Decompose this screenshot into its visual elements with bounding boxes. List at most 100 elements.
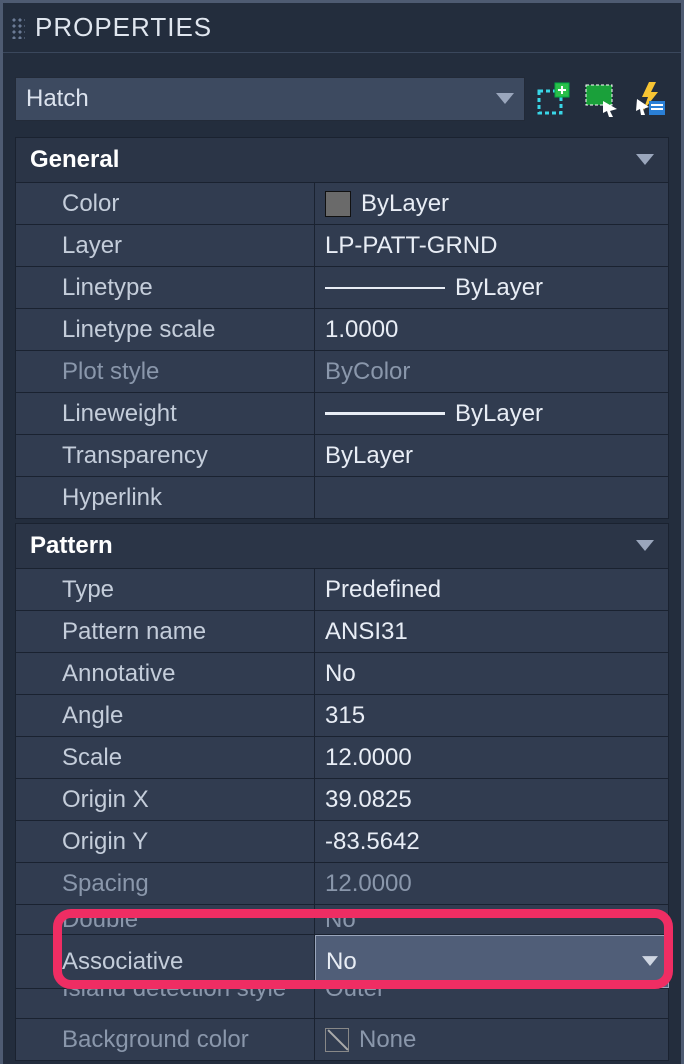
none-swatch-icon xyxy=(325,1028,349,1052)
quick-properties-button[interactable] xyxy=(629,79,669,119)
double-text: No xyxy=(325,906,356,934)
object-type-dropdown[interactable]: Hatch xyxy=(15,77,525,121)
value-bgcolor[interactable]: None xyxy=(315,1019,669,1060)
lineweight-text: ByLayer xyxy=(455,400,543,428)
row-spacing: Spacing 12.0000 xyxy=(15,863,669,905)
value-spacing: 12.0000 xyxy=(315,863,669,904)
value-linetype[interactable]: ByLayer xyxy=(315,267,669,308)
island-text: Outer xyxy=(325,989,385,1003)
value-transparency[interactable]: ByLayer xyxy=(315,435,669,476)
value-pattern-name[interactable]: ANSI31 xyxy=(315,611,669,652)
panel-title: PROPERTIES xyxy=(35,12,212,43)
label-transparency: Transparency xyxy=(15,435,315,476)
color-text: ByLayer xyxy=(361,190,449,218)
spacing-text: 12.0000 xyxy=(325,870,412,898)
row-scale: Scale 12.0000 xyxy=(15,737,669,779)
row-type: Type Predefined xyxy=(15,569,669,611)
layer-text: LP-PATT-GRND xyxy=(325,232,497,260)
value-associative[interactable]: No xyxy=(315,935,669,988)
row-associative: Associative No xyxy=(15,935,669,989)
row-transparency: Transparency ByLayer xyxy=(15,435,669,477)
origin-y-text: -83.5642 xyxy=(325,828,420,856)
row-island-detection: Island detection style Outer xyxy=(15,989,669,1019)
section-header-pattern[interactable]: Pattern xyxy=(15,523,669,569)
row-double: Double No xyxy=(15,905,669,935)
row-origin-x: Origin X 39.0825 xyxy=(15,779,669,821)
label-bgcolor: Background color xyxy=(15,1019,315,1060)
row-linetype: Linetype ByLayer xyxy=(15,267,669,309)
associative-text: No xyxy=(326,948,357,976)
value-hyperlink[interactable] xyxy=(315,477,669,518)
row-layer: Layer LP-PATT-GRND xyxy=(15,225,669,267)
row-origin-y: Origin Y -83.5642 xyxy=(15,821,669,863)
bgcolor-text: None xyxy=(359,1026,416,1054)
value-type[interactable]: Predefined xyxy=(315,569,669,610)
label-hyperlink: Hyperlink xyxy=(15,477,315,518)
row-angle: Angle 315 xyxy=(15,695,669,737)
label-layer: Layer xyxy=(15,225,315,266)
chevron-down-icon xyxy=(636,540,654,552)
chevron-down-icon xyxy=(496,93,514,105)
line-sample-icon xyxy=(325,287,445,289)
value-layer[interactable]: LP-PATT-GRND xyxy=(315,225,669,266)
annotative-text: No xyxy=(325,660,356,688)
row-ltscale: Linetype scale 1.0000 xyxy=(15,309,669,351)
label-lineweight: Lineweight xyxy=(15,393,315,434)
value-origin-x[interactable]: 39.0825 xyxy=(315,779,669,820)
grip-icon[interactable] xyxy=(11,17,25,39)
label-island: Island detection style xyxy=(15,989,315,1018)
value-annotative[interactable]: No xyxy=(315,653,669,694)
value-island: Outer xyxy=(315,989,669,1018)
pattern-name-text: ANSI31 xyxy=(325,618,408,646)
value-angle[interactable]: 315 xyxy=(315,695,669,736)
angle-text: 315 xyxy=(325,702,365,730)
label-origin-x: Origin X xyxy=(15,779,315,820)
plotstyle-text: ByColor xyxy=(325,358,410,386)
object-type-label: Hatch xyxy=(26,85,89,113)
section-title: Pattern xyxy=(30,532,113,560)
add-to-selection-button[interactable] xyxy=(533,79,573,119)
row-plotstyle: Plot style ByColor xyxy=(15,351,669,393)
row-color: Color ByLayer xyxy=(15,183,669,225)
value-origin-y[interactable]: -83.5642 xyxy=(315,821,669,862)
value-color[interactable]: ByLayer xyxy=(315,183,669,224)
label-double: Double xyxy=(15,905,315,934)
ltscale-text: 1.0000 xyxy=(325,316,398,344)
row-lineweight: Lineweight ByLayer xyxy=(15,393,669,435)
value-double: No xyxy=(315,905,669,934)
top-toolbar: Hatch xyxy=(15,77,669,121)
chevron-down-icon xyxy=(642,956,658,967)
line-sample-icon xyxy=(325,412,445,415)
label-origin-y: Origin Y xyxy=(15,821,315,862)
row-annotative: Annotative No xyxy=(15,653,669,695)
panel-titlebar[interactable]: PROPERTIES xyxy=(3,3,681,53)
label-ltscale: Linetype scale xyxy=(15,309,315,350)
panel-body: Hatch xyxy=(3,53,681,1064)
label-angle: Angle xyxy=(15,695,315,736)
row-pattern-name: Pattern name ANSI31 xyxy=(15,611,669,653)
label-scale: Scale xyxy=(15,737,315,778)
label-type: Type xyxy=(15,569,315,610)
row-background-color: Background color None xyxy=(15,1019,669,1061)
value-plotstyle: ByColor xyxy=(315,351,669,392)
scale-text: 12.0000 xyxy=(325,744,412,772)
value-ltscale[interactable]: 1.0000 xyxy=(315,309,669,350)
label-associative: Associative xyxy=(15,935,315,988)
chevron-down-icon xyxy=(636,154,654,166)
label-annotative: Annotative xyxy=(15,653,315,694)
section-pattern: Pattern Type Predefined Pattern name ANS… xyxy=(15,523,669,1061)
value-lineweight[interactable]: ByLayer xyxy=(315,393,669,434)
color-swatch-icon xyxy=(325,191,351,217)
properties-panel: PROPERTIES Hatch xyxy=(0,0,684,1064)
quick-select-button[interactable] xyxy=(581,79,621,119)
label-color: Color xyxy=(15,183,315,224)
label-linetype: Linetype xyxy=(15,267,315,308)
section-general: General Color ByLayer Layer LP-PATT-GRND xyxy=(15,137,669,519)
label-pattern-name: Pattern name xyxy=(15,611,315,652)
section-header-general[interactable]: General xyxy=(15,137,669,183)
origin-x-text: 39.0825 xyxy=(325,786,412,814)
value-scale[interactable]: 12.0000 xyxy=(315,737,669,778)
transparency-text: ByLayer xyxy=(325,442,413,470)
label-plotstyle: Plot style xyxy=(15,351,315,392)
type-text: Predefined xyxy=(325,576,441,604)
